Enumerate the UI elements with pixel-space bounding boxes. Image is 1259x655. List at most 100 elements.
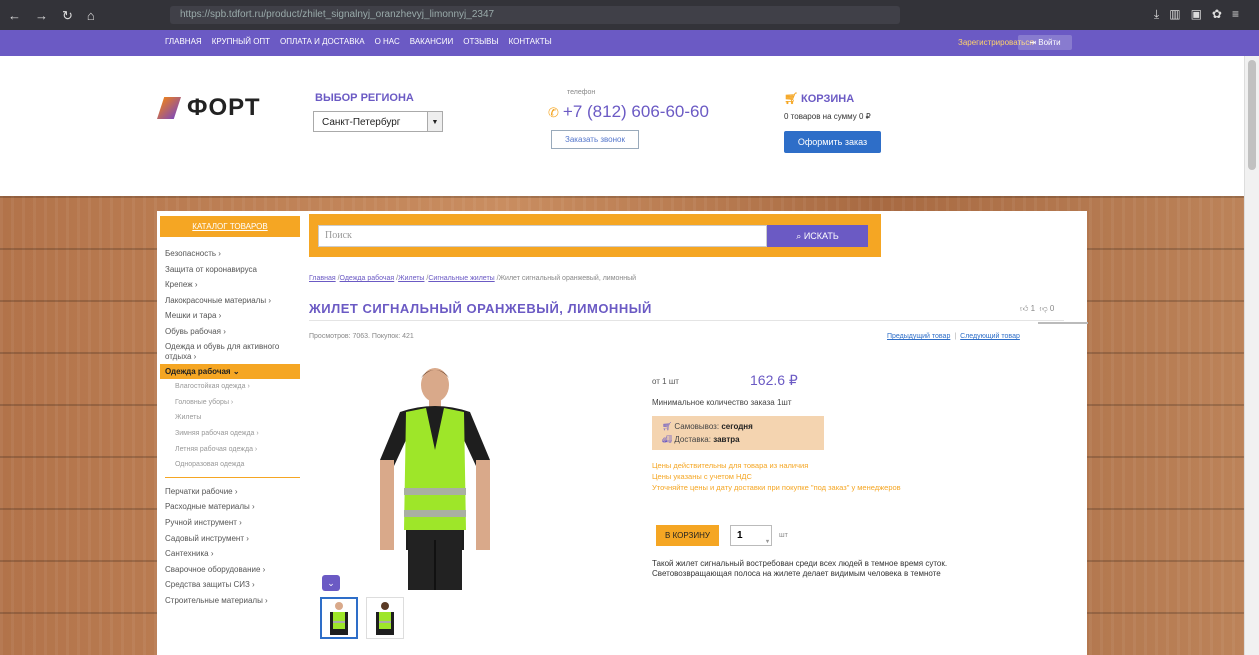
- sidebar-item[interactable]: Обувь рабочая ›: [165, 324, 305, 340]
- cart-title-text: КОРЗИНА: [801, 93, 855, 105]
- search-icon: ⌕: [796, 231, 802, 241]
- callback-button[interactable]: Заказать звонок: [551, 130, 639, 149]
- extension-icon[interactable]: ✿: [1212, 7, 1222, 22]
- pickup-row: 🛒︎ Самовывоз: сегодня: [662, 422, 753, 431]
- nav-link-vacancies[interactable]: ВАКАНСИИ: [410, 37, 453, 46]
- back-icon[interactable]: ←: [8, 8, 21, 24]
- sidebar-subitem[interactable]: Одноразовая одежда: [165, 457, 300, 473]
- page-scrollbar[interactable]: [1244, 56, 1259, 655]
- cart-title[interactable]: 🛒︎ КОРЗИНА: [784, 92, 854, 105]
- menu-icon[interactable]: ≡: [1232, 7, 1239, 22]
- breadcrumb: Главная /Одежда рабочая /Жилеты /Сигналь…: [309, 275, 637, 282]
- region-select[interactable]: Санкт-Петербург ▼: [313, 111, 443, 132]
- forward-icon[interactable]: →: [35, 8, 48, 24]
- region-title: ВЫБОР РЕГИОНА: [315, 92, 414, 104]
- sidebar-item[interactable]: Садовый инструмент ›: [165, 531, 305, 547]
- nav-link-contacts[interactable]: КОНТАКТЫ: [509, 37, 552, 46]
- vest-thumbnail-icon: [376, 602, 394, 635]
- address-bar[interactable]: https://spb.tdfort.ru/product/zhilet_sig…: [170, 6, 900, 24]
- sidebar-item[interactable]: Безопасность ›: [165, 246, 305, 262]
- scrollbar-thumb[interactable]: [1248, 60, 1256, 170]
- sidebar-item[interactable]: Строительные материалы ›: [165, 593, 305, 609]
- title-divider: [309, 320, 1064, 321]
- thumbs-down-icon[interactable]: 👎︎: [1040, 304, 1048, 313]
- search-button-label: ИСКАТЬ: [803, 231, 839, 241]
- nav-link-reviews[interactable]: ОТЗЫВЫ: [463, 37, 498, 46]
- sidebar-item[interactable]: Сантехника ›: [165, 546, 305, 562]
- min-quantity: Минимальное количество заказа 1шт: [652, 398, 792, 407]
- login-icon: ⇥: [1029, 38, 1037, 47]
- checkout-button[interactable]: Оформить заказ: [784, 131, 881, 153]
- reader-icon[interactable]: ▣: [1191, 7, 1202, 22]
- breadcrumb-link[interactable]: Главная: [309, 275, 336, 282]
- delivery-value: завтра: [713, 435, 740, 444]
- product-image[interactable]: [360, 360, 510, 590]
- zoom-icon[interactable]: ⌄: [322, 575, 340, 591]
- sidebar-item[interactable]: Средства защиты СИЗ ›: [165, 577, 305, 593]
- breadcrumb-link[interactable]: Сигнальные жилеты: [428, 275, 494, 282]
- phone-number[interactable]: ✆ +7 (812) 606-60-60: [548, 102, 709, 122]
- cart-summary: 0 товаров на сумму 0 ₽: [784, 112, 871, 121]
- vest-thumbnail-icon: [330, 602, 348, 635]
- download-icon[interactable]: ⤓: [1154, 7, 1159, 22]
- product-thumbnail[interactable]: [320, 597, 358, 639]
- sidebar-item[interactable]: Крепеж ›: [165, 277, 305, 293]
- login-button[interactable]: ⇥ Войти: [1018, 35, 1072, 50]
- quantity-stepper[interactable]: 1 ▾: [730, 525, 772, 546]
- logo-text: ФОРТ: [187, 94, 261, 121]
- sidebar-categories: Безопасность › Защита от коронавируса Кр…: [160, 246, 305, 609]
- catalog-button[interactable]: КАТАЛОГ ТОВАРОВ: [160, 216, 300, 237]
- sidebar-item[interactable]: Одежда и обувь для активного отдыха ›: [165, 340, 305, 364]
- sidebar-item[interactable]: Мешки и тара ›: [165, 308, 305, 324]
- top-nav-links: ГЛАВНАЯ КРУПНЫЙ ОПТ ОПЛАТА И ДОСТАВКА О …: [165, 37, 552, 46]
- likes-count: 1: [1030, 304, 1036, 313]
- sidebar-item[interactable]: Ручной инструмент ›: [165, 515, 305, 531]
- product-price: 162.6 ₽: [750, 372, 798, 388]
- nav-link-wholesale[interactable]: КРУПНЫЙ ОПТ: [212, 37, 270, 46]
- site-top-nav: ГЛАВНАЯ КРУПНЫЙ ОПТ ОПЛАТА И ДОСТАВКА О …: [0, 30, 1259, 56]
- nav-link-about[interactable]: О НАС: [375, 37, 400, 46]
- thumbs-up-icon[interactable]: 👍︎: [1020, 304, 1028, 313]
- nav-link-payment[interactable]: ОПЛАТА И ДОСТАВКА: [280, 37, 365, 46]
- search-button[interactable]: ⌕ ИСКАТЬ: [767, 225, 868, 247]
- nav-link-home[interactable]: ГЛАВНАЯ: [165, 37, 202, 46]
- sidebar-item[interactable]: Расходные материалы ›: [165, 499, 305, 515]
- breadcrumb-link[interactable]: Жилеты: [398, 275, 424, 282]
- next-product-link[interactable]: Следующий товар: [960, 333, 1020, 340]
- sidebar-subitem[interactable]: Жилеты: [165, 410, 300, 426]
- browser-extensions: ⤓ ▥ ▣ ✿ ≡: [1154, 7, 1239, 22]
- sidebar-subitem[interactable]: Головные уборы ›: [165, 395, 300, 411]
- product-thumbnail[interactable]: [366, 597, 404, 639]
- phone-label: телефон: [567, 89, 596, 96]
- breadcrumb-link[interactable]: Одежда рабочая: [340, 275, 395, 282]
- product-stats: Просмотров: 7063. Покупок: 421: [309, 333, 414, 340]
- library-icon[interactable]: ▥: [1169, 7, 1180, 22]
- logo-mark-icon: [157, 97, 181, 119]
- delivery-info: 🛒︎ Самовывоз: сегодня 🚚︎ Доставка: завтр…: [652, 416, 824, 450]
- stepper-arrows-icon[interactable]: ▾: [766, 533, 769, 552]
- home-icon[interactable]: ⌂: [87, 8, 95, 24]
- sidebar-item[interactable]: Лакокрасочные материалы ›: [165, 293, 305, 309]
- quantity-unit: шт: [779, 532, 788, 539]
- sidebar-subitem[interactable]: Зимняя рабочая одежда ›: [165, 426, 300, 442]
- site-logo[interactable]: ФОРТ: [157, 94, 261, 122]
- price-note: Цены действительны для товара из наличия: [652, 461, 809, 470]
- sidebar-item-active[interactable]: Одежда рабочая ⌄: [160, 363, 300, 380]
- delivery-label: Доставка:: [674, 435, 711, 444]
- phone-icon: ✆: [548, 105, 559, 120]
- prev-product-link[interactable]: Предыдущий товар: [887, 333, 950, 340]
- sidebar-item[interactable]: Защита от коронавируса: [165, 262, 305, 278]
- url-text: https://spb.tdfort.ru/product/zhilet_sig…: [180, 9, 495, 20]
- product-thumbnails: [320, 597, 404, 639]
- sidebar-subitem[interactable]: Летняя рабочая одежда ›: [165, 442, 300, 458]
- sidebar-subitem[interactable]: Влагостойкая одежда ›: [165, 379, 300, 395]
- price-from-label: от 1 шт: [652, 377, 679, 386]
- phone-text: +7 (812) 606-60-60: [562, 102, 709, 121]
- reload-icon[interactable]: ↻: [62, 8, 73, 24]
- search-input[interactable]: Поиск: [318, 225, 767, 247]
- sidebar-item[interactable]: Перчатки рабочие ›: [165, 484, 305, 500]
- browser-nav: ← → ↻ ⌂: [8, 8, 95, 24]
- add-to-cart-button[interactable]: В КОРЗИНУ: [656, 525, 719, 546]
- sidebar-item[interactable]: Сварочное оборудование ›: [165, 562, 305, 578]
- login-label: Войти: [1038, 38, 1061, 47]
